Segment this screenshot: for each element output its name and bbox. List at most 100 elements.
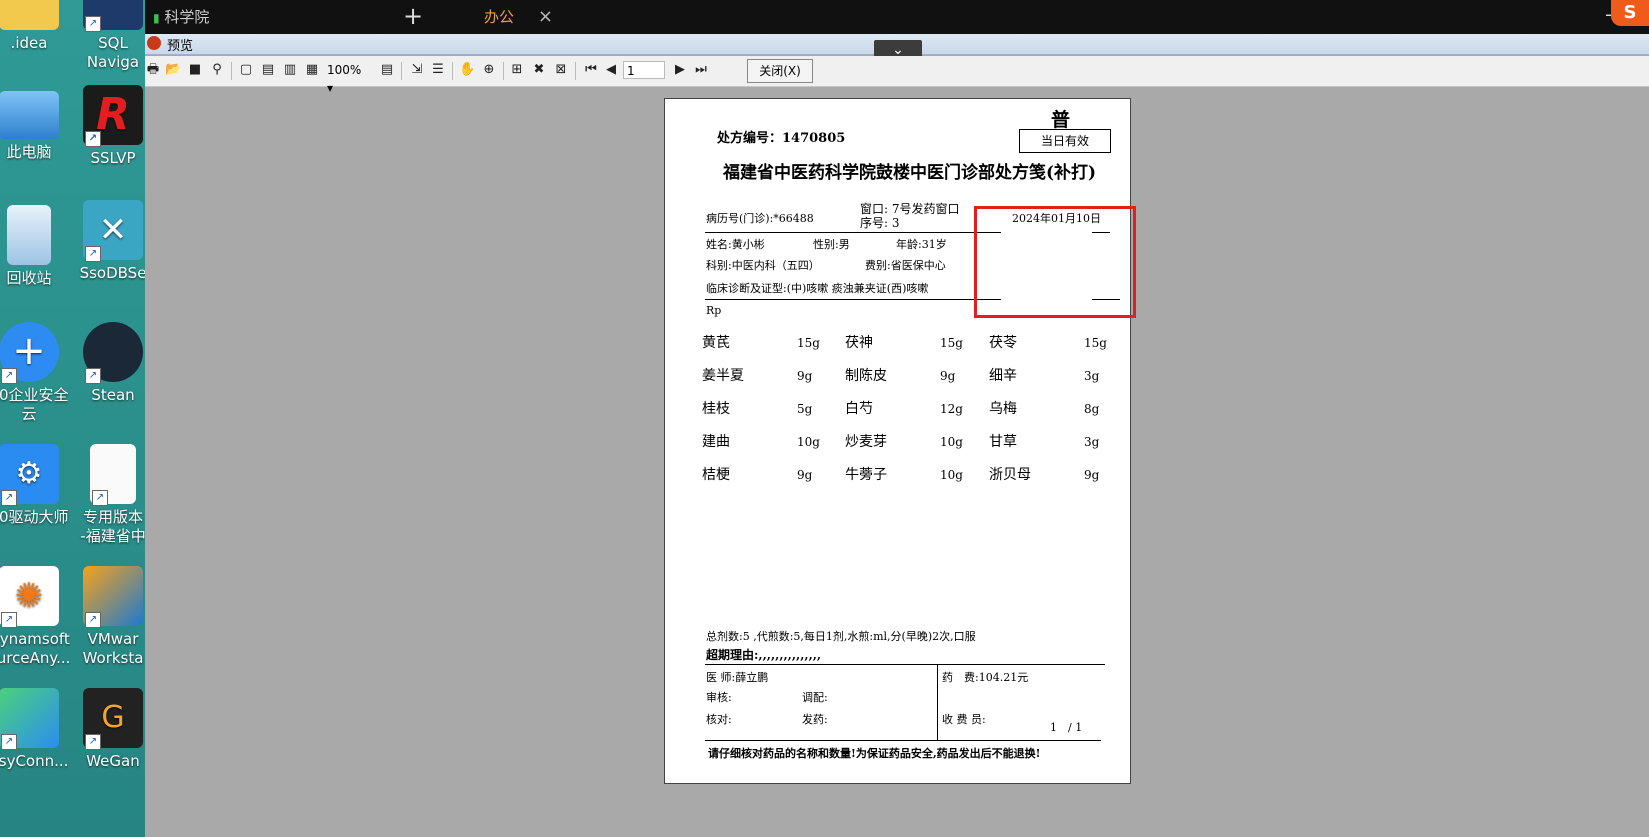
desktop-icon-label: .idea [10,34,48,52]
prescription-number: 处方编号：1470805 [717,131,846,146]
close-preview-button[interactable]: 关闭(X) [747,59,813,83]
two-pages-icon[interactable]: ▥ [282,62,298,78]
herb-name: 茯苓 [989,335,1017,351]
zoom-in-icon[interactable]: ⊕ [481,62,497,78]
tab-office[interactable]: 办公 × [321,0,561,34]
next-page-icon[interactable]: ▶ [672,62,688,78]
herb-name: 桂枝 [702,401,730,417]
new-tab-button[interactable]: + [403,0,423,32]
herb-dose: 10g [940,468,963,482]
tab-science-academy[interactable]: ▮ 科学院 [153,0,313,34]
patient-age: 年龄:31岁 [896,238,947,251]
fee-type: 费别:省医保中心 [865,259,946,272]
department: 科别:中医内科（五四） [706,259,820,272]
desktop-icon-label: SQL Naviga [86,34,140,71]
dynamsoft-icon: ✺ ↗ [0,566,59,628]
360-enterprise-icon: + ↗ [0,322,59,384]
herb-name: 乌梅 [989,401,1017,417]
desktop-icon-easyconnect[interactable]: ↗ asyConn... [0,688,74,771]
save-icon[interactable]: ■ [187,62,203,78]
desktop-icon-label: SsoDBSe [79,264,145,282]
prescription-type-badge: 普 [1051,109,1071,131]
shortcut-arrow-icon: ↗ [1,612,17,628]
desktop-icon-recycle-bin[interactable]: 回收站 [0,205,74,288]
herb-dose: 12g [940,402,963,416]
herb-name: 浙贝母 [989,467,1031,483]
divider [705,740,1101,741]
360-driver-icon: ⚙ ↗ [0,444,59,506]
preview-title: 预览 [167,39,194,54]
preview-app-icon [147,36,161,50]
print-icon[interactable]: 🖶 [145,62,161,78]
outline-icon[interactable]: ☰ [430,62,446,78]
tools-icon: ✕ ↗ [83,200,143,262]
herb-name: 牛蒡子 [845,467,887,483]
herb-dose: 5g [797,402,813,416]
multi-pages-icon[interactable]: ▦ [304,62,320,78]
dispenser: 发药: [802,713,828,726]
easyconnect-icon: ↗ [0,688,59,750]
open-folder-icon[interactable]: 📂 [165,62,181,78]
first-page-icon[interactable]: ⏮ [583,62,599,78]
overdue-reason: 超期理由:,,,,,,,,,,,,,,, [706,648,822,662]
add-page-icon[interactable]: ⊞ [509,62,525,78]
drug-fee: 药 费:104.21元 [942,671,1029,684]
divider [705,664,1105,665]
desktop-icon-360-enterprise[interactable]: +↗ 60企业安全 云 [0,322,74,424]
herb-name: 制陈皮 [845,368,887,384]
desktop-icon-label: 专用版本 -福建省中 [80,508,145,545]
page-count: 1 / 1 [1050,721,1083,734]
divider [705,232,1001,233]
validity-box: 当日有效 [1019,129,1111,153]
desktop-icon-idea[interactable]: .idea [0,0,74,53]
zoom-select[interactable]: 100% ▾ [327,61,371,95]
herb-dose: 3g [1084,369,1100,383]
herb-name: 茯神 [845,335,873,351]
page-setup-icon[interactable]: ▤ [379,62,395,78]
export-icon[interactable]: ⇲ [409,62,425,78]
prev-page-icon[interactable]: ◀ [603,62,619,78]
prescription-title: 福建省中医药科学院鼓楼中医门诊部处方笺(补打) [723,163,1097,183]
single-page-icon[interactable]: ▢ [238,62,254,78]
desktop-icon-vmware[interactable]: ↗ VMwar Worksta [68,566,145,668]
clinical-diagnosis: 临床诊断及证型:(中)咳嗽 痰浊兼夹证(西)咳嗽 [706,282,929,295]
delete-page-icon[interactable]: ✖ [531,62,547,78]
shortcut-arrow-icon: ↗ [1,368,17,384]
page-width-icon[interactable]: ▤ [260,62,276,78]
desktop-icon-label: 回收站 [6,269,52,287]
shortcut-arrow-icon: ↗ [92,490,108,506]
close-tab-icon[interactable]: × [538,0,553,34]
page-number-input[interactable]: 1 [623,61,665,79]
desktop-icon-steam[interactable]: ↗ Stean [68,322,145,405]
herb-name: 细辛 [989,368,1017,384]
wegame-icon: G ↗ [83,688,143,750]
safety-notice: 请仔细核对药品的名称和数量!为保证药品安全,药品发出后不能退换! [708,747,1041,760]
sql-navigator-icon: ↗ [83,0,143,32]
ime-sogou-icon[interactable]: S [1611,0,1649,26]
signal-icon: ▮ [153,11,160,25]
desktop-icon-sql-navigator[interactable]: ↗ SQL Naviga [68,0,145,72]
hand-icon[interactable]: ✋ [459,62,475,78]
desktop-icon-ssodbse[interactable]: ✕ ↗ SsoDBSe [68,200,145,283]
last-page-icon[interactable]: ⏭ [693,62,709,78]
herb-name: 桔梗 [702,467,730,483]
preview-toolbar: 🖶 📂 ■ ⚲ ▢ ▤ ▥ ▦ 100% ▾ ▤ ⇲ ☰ ✋ ⊕ ⊞ ✖ ⊠ ⏮… [145,56,1649,95]
find-binoculars-icon[interactable]: ⚲ [209,62,225,78]
edit-page-icon[interactable]: ⊠ [553,62,569,78]
herb-dose: 15g [797,336,820,350]
desktop-icon-wegame[interactable]: G ↗ WeGan [68,688,145,771]
herb-dose: 15g [1084,336,1107,350]
desktop-icon-360-driver[interactable]: ⚙↗ 60驱动大师 [0,444,74,527]
desktop-icon-label: VMwar Worksta [82,630,144,667]
desktop-icon-label: 此电脑 [6,143,52,161]
desktop-icon-special-edition[interactable]: ↗ 专用版本 -福建省中 [68,444,145,546]
shortcut-arrow-icon: ↗ [85,612,101,628]
desktop-icon-this-pc[interactable]: 此电脑 [0,85,74,162]
app-window: ▮ 科学院 办公 × + – S 预览 ⌄ 🖶 📂 ■ ⚲ ▢ ▤ ▥ ▦ 10… [145,0,1649,837]
tab-label: 办公 [484,8,515,26]
desktop-icon-dynamsoft[interactable]: ✺↗ Dynamsoft ourceAny... [0,566,74,668]
cashier: 收 费 员: [942,713,986,726]
shortcut-arrow-icon: ↗ [85,246,101,262]
desktop-icon-sslvpn[interactable]: R ↗ SSLVP [68,85,145,168]
computer-icon [0,91,59,139]
